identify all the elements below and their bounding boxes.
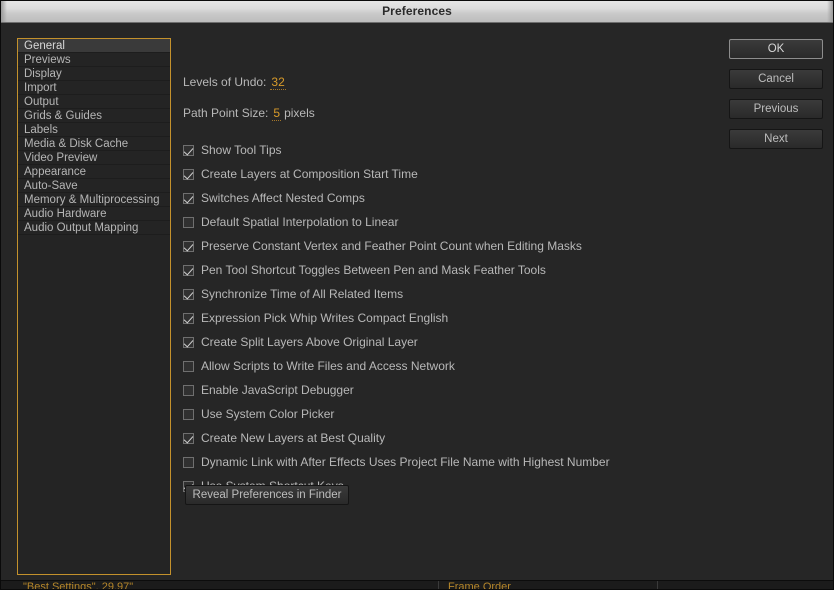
checkbox-label: Pen Tool Shortcut Toggles Between Pen an…: [201, 263, 546, 277]
window-titlebar[interactable]: Preferences: [1, 1, 833, 23]
category-list[interactable]: General Previews Display Import Output Grids …: [17, 38, 171, 575]
field-row-path-point-size: Path Point Size: 5 pixels: [183, 106, 315, 121]
checkbox-row[interactable]: Enable JavaScript Debugger: [183, 383, 354, 397]
category-item-auto-save[interactable]: Auto-Save: [18, 179, 170, 193]
checkbox-row[interactable]: Switches Affect Nested Comps: [183, 191, 365, 205]
category-item-display[interactable]: Display: [18, 67, 170, 81]
checkbox-checked-icon[interactable]: [183, 264, 194, 276]
category-item-general[interactable]: General: [18, 39, 170, 53]
checkbox-row[interactable]: Expression Pick Whip Writes Compact Engl…: [183, 311, 448, 325]
ok-button[interactable]: OK: [729, 39, 823, 59]
field-value-input[interactable]: 32: [270, 75, 286, 90]
strip-left-text: "Best Settings", 29.97": [23, 581, 134, 590]
category-item-media-disk-cache[interactable]: Media & Disk Cache: [18, 137, 170, 151]
field-value-input[interactable]: 5: [272, 106, 282, 121]
window-title: Preferences: [382, 4, 452, 18]
checkbox-row[interactable]: Default Spatial Interpolation to Linear: [183, 215, 398, 229]
checkbox-label: Use System Color Picker: [201, 407, 335, 421]
checkbox-row[interactable]: Show Tool Tips: [183, 143, 282, 157]
previous-button[interactable]: Previous: [729, 99, 823, 119]
checkbox-label: Create New Layers at Best Quality: [201, 431, 386, 445]
checkbox-unchecked-icon[interactable]: [183, 408, 194, 420]
checkbox-row[interactable]: Use System Color Picker: [183, 407, 334, 421]
checkbox-checked-icon[interactable]: [183, 144, 194, 156]
next-button[interactable]: Next: [729, 129, 823, 149]
category-item-previews[interactable]: Previews: [18, 53, 170, 67]
checkbox-label: Allow Scripts to Write Files and Access …: [201, 359, 455, 373]
checkbox-unchecked-icon[interactable]: [183, 456, 194, 468]
checkbox-checked-icon[interactable]: [183, 192, 194, 204]
category-item-output[interactable]: Output: [18, 95, 170, 109]
checkbox-checked-icon[interactable]: [183, 240, 194, 252]
field-suffix: pixels: [284, 106, 315, 120]
category-item-memory-multiprocessing[interactable]: Memory & Multiprocessing: [18, 193, 170, 207]
category-item-video-preview[interactable]: Video Preview: [18, 151, 170, 165]
checkbox-label: Enable JavaScript Debugger: [201, 383, 354, 397]
dialog-body: General Previews Display Import Output Grids …: [1, 23, 833, 580]
checkbox-unchecked-icon[interactable]: [183, 360, 194, 372]
checkbox-row[interactable]: Allow Scripts to Write Files and Access …: [183, 359, 455, 373]
checkbox-label: Create Split Layers Above Original Layer: [201, 335, 418, 349]
strip-right-text: Frame Order: [448, 581, 511, 590]
checkbox-row[interactable]: Create Layers at Composition Start Time: [183, 167, 418, 181]
checkbox-checked-icon[interactable]: [183, 432, 194, 444]
field-label: Path Point Size:: [183, 106, 269, 120]
category-item-audio-hardware[interactable]: Audio Hardware: [18, 207, 170, 221]
cancel-button[interactable]: Cancel: [729, 69, 823, 89]
checkbox-checked-icon[interactable]: [183, 288, 194, 300]
checkbox-label: Preserve Constant Vertex and Feather Poi…: [201, 239, 582, 253]
checkbox-unchecked-icon[interactable]: [183, 384, 194, 396]
checkbox-label: Synchronize Time of All Related Items: [201, 287, 404, 301]
checkbox-row[interactable]: Synchronize Time of All Related Items: [183, 287, 403, 301]
checkbox-row[interactable]: Create New Layers at Best Quality: [183, 431, 385, 445]
checkbox-row[interactable]: Create Split Layers Above Original Layer: [183, 335, 418, 349]
checkbox-checked-icon[interactable]: [183, 336, 194, 348]
field-row-levels-of-undo: Levels of Undo: 32: [183, 75, 286, 90]
checkbox-row[interactable]: Dynamic Link with After Effects Uses Pro…: [183, 455, 610, 469]
checkbox-unchecked-icon[interactable]: [183, 216, 194, 228]
checkbox-label: Create Layers at Composition Start Time: [201, 167, 418, 181]
checkbox-label: Dynamic Link with After Effects Uses Pro…: [201, 455, 610, 469]
category-item-appearance[interactable]: Appearance: [18, 165, 170, 179]
strip-divider-1: [438, 581, 439, 589]
checkbox-label: Switches Affect Nested Comps: [201, 191, 365, 205]
checkbox-label: Expression Pick Whip Writes Compact Engl…: [201, 311, 449, 325]
category-item-audio-output-mapping[interactable]: Audio Output Mapping: [18, 221, 170, 235]
checkbox-checked-icon[interactable]: [183, 312, 194, 324]
category-item-grids-guides[interactable]: Grids & Guides: [18, 109, 170, 123]
checkbox-checked-icon[interactable]: [183, 168, 194, 180]
background-window-strip: "Best Settings", 29.97" Frame Order: [1, 580, 833, 590]
reveal-preferences-in-finder-button[interactable]: Reveal Preferences in Finder: [185, 485, 349, 505]
checkbox-row[interactable]: Preserve Constant Vertex and Feather Poi…: [183, 239, 582, 253]
checkbox-label: Show Tool Tips: [201, 143, 282, 157]
category-item-labels[interactable]: Labels: [18, 123, 170, 137]
checkbox-label: Default Spatial Interpolation to Linear: [201, 215, 399, 229]
general-settings-panel: Levels of Undo: 32 Path Point Size: 5 pixels…: [183, 23, 713, 580]
strip-divider-2: [657, 581, 658, 589]
category-item-import[interactable]: Import: [18, 81, 170, 95]
field-label: Levels of Undo:: [183, 75, 267, 89]
preferences-dialog: Preferences General Previews Display Import…: [0, 0, 834, 590]
checkbox-row[interactable]: Pen Tool Shortcut Toggles Between Pen an…: [183, 263, 546, 277]
